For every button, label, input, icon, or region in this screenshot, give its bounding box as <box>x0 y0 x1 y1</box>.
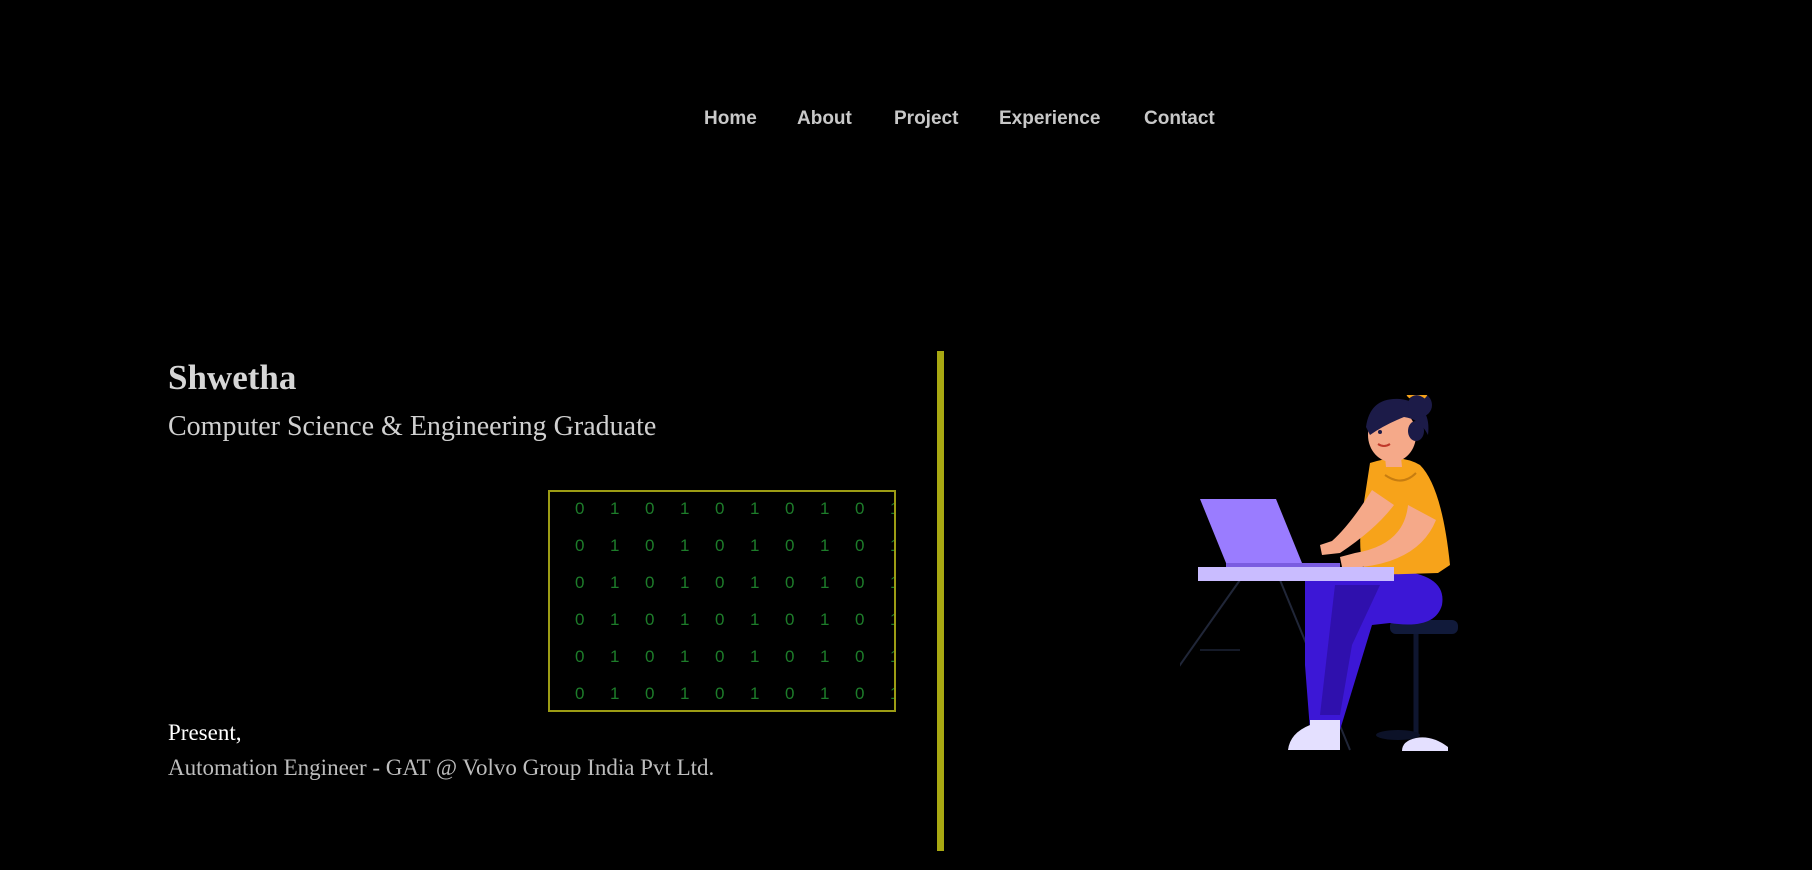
binary-digit: 0 <box>575 573 585 592</box>
binary-digit: 1 <box>750 499 760 518</box>
current-position: Automation Engineer - GAT @ Volvo Group … <box>168 755 715 780</box>
vertical-divider <box>937 351 944 851</box>
binary-digit: 0 <box>575 536 585 555</box>
hero-role: Computer Science & Engineering Graduate <box>168 411 657 442</box>
binary-digit: 1 <box>890 684 894 704</box>
binary-row: 0 1 0 1 0 1 0 1 0 1 <box>575 499 894 519</box>
shoes-shape <box>1288 720 1448 751</box>
nav-home-link[interactable]: Home <box>704 107 757 131</box>
binary-digit: 0 <box>715 536 725 555</box>
binary-digit: 1 <box>890 573 894 593</box>
head-shape <box>1366 395 1432 462</box>
binary-digit: 0 <box>785 684 795 703</box>
binary-digit: 0 <box>645 573 655 592</box>
nav-project-link[interactable]: Project <box>894 107 958 131</box>
binary-digit: 0 <box>575 684 585 703</box>
binary-animation-box: 0101010101 0101010101 0101010101 0101010… <box>548 490 896 712</box>
desk-top-shape <box>1198 567 1394 581</box>
binary-digit: 1 <box>610 610 620 629</box>
binary-digit: 1 <box>610 684 620 703</box>
binary-digit: 1 <box>890 536 894 556</box>
binary-digit: 1 <box>750 684 760 703</box>
binary-digit: 1 <box>680 499 690 518</box>
binary-digit: 1 <box>680 647 690 666</box>
binary-digit: 0 <box>855 610 865 629</box>
laptop-shape <box>1200 499 1340 568</box>
binary-row: 0 1 0 1 0 1 0 1 0 1 <box>575 573 894 593</box>
binary-row: 0 1 0 1 0 1 0 1 0 1 <box>575 684 894 704</box>
binary-row: 0 1 0 1 0 1 0 1 0 1 <box>575 610 894 630</box>
binary-digit: 0 <box>715 499 725 518</box>
binary-digit: 0 <box>715 610 725 629</box>
binary-digit: 1 <box>820 499 830 518</box>
binary-digit: 0 <box>785 573 795 592</box>
binary-digit: 1 <box>820 573 830 592</box>
binary-digit: 0 <box>715 647 725 666</box>
binary-digit: 0 <box>785 499 795 518</box>
stool-shape <box>1376 620 1458 740</box>
binary-digit: 0 <box>855 573 865 592</box>
trousers-shape <box>1305 570 1443 730</box>
binary-digit: 0 <box>645 536 655 555</box>
binary-digit: 1 <box>680 610 690 629</box>
binary-digit: 1 <box>890 610 894 630</box>
binary-digit: 0 <box>715 684 725 703</box>
binary-digit: 1 <box>610 573 620 592</box>
binary-digit: 1 <box>890 647 894 667</box>
binary-digit: 0 <box>855 536 865 555</box>
binary-digit: 0 <box>855 499 865 518</box>
binary-digit: 0 <box>575 610 585 629</box>
present-label: Present, <box>168 720 242 745</box>
hero-name: Shwetha <box>168 358 297 397</box>
binary-digit: 1 <box>610 647 620 666</box>
binary-digit: 1 <box>750 573 760 592</box>
binary-digit: 1 <box>890 499 894 519</box>
binary-digit: 0 <box>575 647 585 666</box>
binary-digit: 1 <box>610 499 620 518</box>
binary-digit: 1 <box>750 647 760 666</box>
binary-digit: 1 <box>680 536 690 555</box>
binary-digit: 0 <box>645 610 655 629</box>
nav-experience-link[interactable]: Experience <box>999 107 1100 131</box>
nav-contact-link[interactable]: Contact <box>1144 107 1215 131</box>
binary-row: 0 1 0 1 0 1 0 1 0 1 <box>575 647 894 667</box>
binary-digit: 1 <box>750 610 760 629</box>
binary-digit: 1 <box>610 536 620 555</box>
binary-digit: 0 <box>575 499 585 518</box>
binary-digit: 1 <box>680 684 690 703</box>
binary-digit: 0 <box>645 499 655 518</box>
woman-laptop-illustration <box>1180 395 1458 751</box>
binary-digit: 0 <box>855 647 865 666</box>
binary-digit: 0 <box>645 684 655 703</box>
binary-digit: 1 <box>750 536 760 555</box>
binary-digit: 1 <box>820 684 830 703</box>
binary-row: 0 1 0 1 0 1 0 1 0 1 <box>575 536 894 556</box>
binary-digit: 0 <box>785 610 795 629</box>
binary-digit: 0 <box>855 684 865 703</box>
binary-digit: 1 <box>680 573 690 592</box>
top-nav: Home About Project Experience Contact <box>0 107 1812 131</box>
binary-digit: 0 <box>715 573 725 592</box>
binary-digit: 0 <box>785 647 795 666</box>
binary-digit: 0 <box>645 647 655 666</box>
nav-about-link[interactable]: About <box>797 107 852 131</box>
binary-digit: 1 <box>820 647 830 666</box>
binary-digit: 1 <box>820 536 830 555</box>
binary-digit: 0 <box>785 536 795 555</box>
binary-digit: 1 <box>820 610 830 629</box>
